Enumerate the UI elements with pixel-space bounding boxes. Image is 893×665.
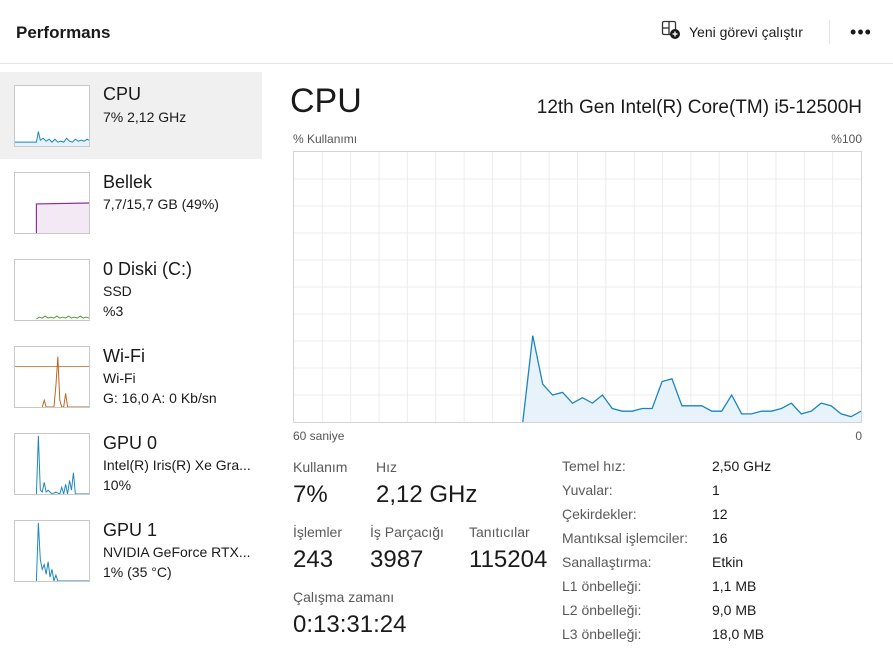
more-options-button[interactable]: ••• [845,18,877,46]
usage-value: 7% [293,481,328,508]
graph-y-max-label: %100 [831,132,862,146]
cpu-detail-panel: CPU 12th Gen Intel(R) Core(TM) i5-12500H… [290,72,870,662]
sidebar-item-disk-usage: %3 [103,303,124,319]
speed-value: 2,12 GHz [376,481,478,508]
uptime-value: 0:13:31:24 [293,611,407,638]
sidebar-item-memory[interactable]: Bellek 7,7/15,7 GB (49%) [0,159,262,246]
sidebar-item-gpu0-model: Intel(R) Iris(R) Xe Gra... [103,457,251,473]
property-value: 18,0 MB [712,626,765,642]
uptime-label: Çalışma zamanı [293,589,395,605]
more-icon: ••• [850,21,872,42]
usage-area [522,335,861,422]
cpu-properties-list: Temel hız: 2,50 GHz Yuvalar: 1 Çekirdekler… [562,458,862,650]
property-key: Çekirdekler: [562,506,637,522]
processes-label: İşlemler [293,524,343,540]
property-row: L3 önbelleği: 18,0 MB [562,626,862,650]
sidebar-item-wifi-name: Wi-Fi [103,346,145,366]
wifi-mini-graph [14,346,90,408]
header-divider [829,20,830,44]
page-title: Performans [16,23,111,42]
property-row: Yuvalar: 1 [562,482,862,506]
property-value: Etkin [712,554,744,570]
property-key: Mantıksal işlemciler: [562,530,689,546]
threads-value: 3987 [370,546,424,573]
sidebar-item-gpu0-usage: 10% [103,477,132,493]
property-row: Sanallaştırma: Etkin [562,554,862,578]
property-key: Sanallaştırma: [562,554,652,570]
cpu-model-name: 12th Gen Intel(R) Core(TM) i5-12500H [536,97,862,118]
sidebar-item-gpu1-name: GPU 1 [103,520,158,540]
sidebar-item-gpu0-name: GPU 0 [103,433,158,453]
processes-value: 243 [293,546,334,573]
property-value: 2,50 GHz [712,458,772,474]
sidebar-item-cpu[interactable]: CPU 7% 2,12 GHz [0,72,262,159]
property-value: 16 [712,530,728,546]
property-key: L1 önbelleği: [562,578,642,594]
graph-x-label: 60 saniye [293,429,345,443]
graph-y-label: % Kullanımı [293,132,358,146]
property-key: L3 önbelleği: [562,626,642,642]
property-key: Temel hız: [562,458,626,474]
sidebar-item-disk-name: 0 Diski (C:) [103,259,192,279]
sidebar-item-gpu1[interactable]: GPU 1 NVIDIA GeForce RTX... 1% (35 °C) [0,507,262,594]
sidebar-item-cpu-name: CPU [103,84,142,104]
cpu-usage-graph-svg [294,152,861,422]
run-new-task-button[interactable]: Yeni görevi çalıştır [655,17,809,47]
disk-mini-graph [14,259,90,321]
usage-label: Kullanım [293,459,348,475]
property-key: L2 önbelleği: [562,602,642,618]
sidebar-item-gpu1-usage: 1% (35 °C) [103,564,172,580]
gpu1-mini-graph [14,520,90,582]
property-row: Mantıksal işlemciler: 16 [562,530,862,554]
graph-x-min-label: 0 [855,429,862,443]
sidebar-item-wifi-type: Wi-Fi [103,370,136,386]
sidebar-item-wifi[interactable]: Wi-Fi Wi-Fi G: 16,0 A: 0 Kb/sn [0,333,262,420]
sidebar-item-disk[interactable]: 0 Diski (C:) SSD %3 [0,246,262,333]
speed-label: Hız [376,459,397,475]
property-value: 12 [712,506,728,522]
run-task-icon [661,20,681,45]
cpu-usage-graph [293,151,862,423]
sidebar-item-disk-type: SSD [103,283,132,299]
memory-mini-graph [14,172,90,234]
sidebar-item-memory-detail: 7,7/15,7 GB (49%) [103,196,219,212]
title-bar: Performans Yeni görevi çalıştır ••• [0,0,893,64]
property-row: Temel hız: 2,50 GHz [562,458,862,482]
property-row: L1 önbelleği: 1,1 MB [562,578,862,602]
threads-label: İş Parçacığı [370,524,444,540]
cpu-mini-graph [14,85,90,147]
performance-sidebar: CPU 7% 2,12 GHz Bellek 7,7/15,7 GB (49%)… [0,72,262,594]
run-task-label: Yeni görevi çalıştır [689,24,803,40]
property-value: 1,1 MB [712,578,757,594]
cpu-heading: CPU [290,82,362,120]
sidebar-item-wifi-throughput: G: 16,0 A: 0 Kb/sn [103,390,217,406]
sidebar-item-gpu0[interactable]: GPU 0 Intel(R) Iris(R) Xe Gra... 10% [0,420,262,507]
property-value: 1 [712,482,720,498]
sidebar-item-cpu-detail: 7% 2,12 GHz [103,109,187,125]
property-row: Çekirdekler: 12 [562,506,862,530]
property-key: Yuvalar: [562,482,613,498]
sidebar-item-gpu1-model: NVIDIA GeForce RTX... [103,544,251,560]
sidebar-item-memory-name: Bellek [103,172,153,192]
handles-value: 115204 [469,546,548,573]
gpu0-mini-graph [14,433,90,495]
property-row: L2 önbelleği: 9,0 MB [562,602,862,626]
handles-label: Tanıtıcılar [469,524,530,540]
property-value: 9,0 MB [712,602,757,618]
